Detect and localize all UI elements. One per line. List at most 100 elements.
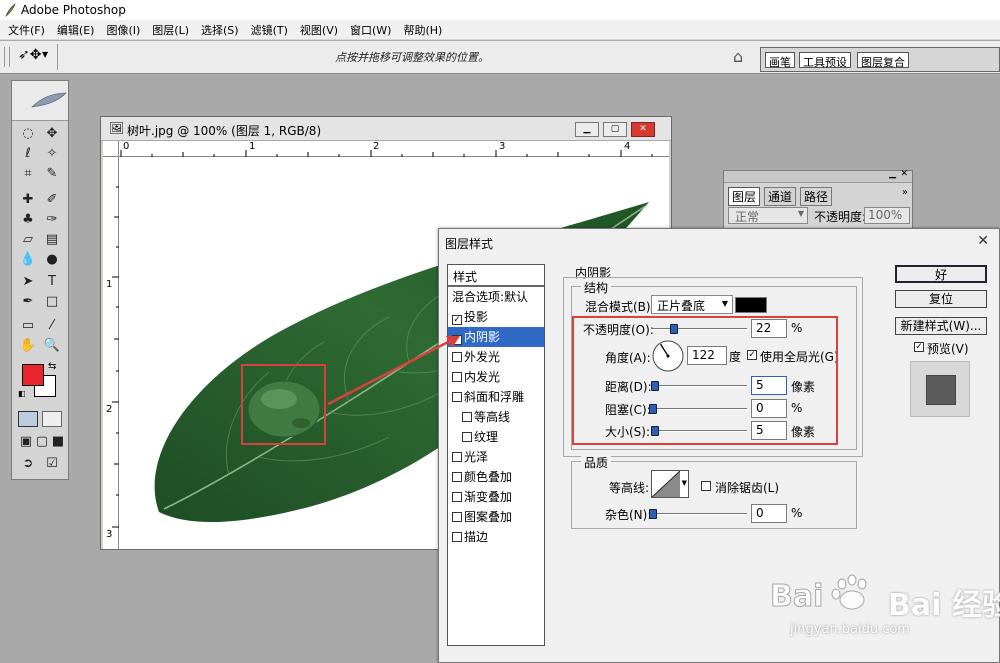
antialias-checkbox[interactable] [701, 481, 711, 491]
ok-button[interactable]: 好 [895, 265, 987, 283]
gradient-tool-icon[interactable]: ▤ [42, 231, 62, 249]
tab-paths[interactable]: 路径 [800, 187, 833, 206]
noise-slider-thumb[interactable] [649, 509, 657, 519]
close-icon[interactable]: ✕ [977, 233, 989, 249]
blur-tool-icon[interactable]: 💧 [18, 251, 38, 269]
screen-mode-full-icon[interactable]: ■ [48, 433, 68, 451]
default-colors-icon[interactable]: ◧ [18, 389, 26, 398]
tab-brushes[interactable]: 画笔 [765, 52, 795, 69]
menu-file[interactable]: 文件(F) [3, 22, 52, 38]
eraser-tool-icon[interactable]: ▱ [18, 231, 38, 249]
move-tool-icon[interactable]: ✥ [42, 125, 62, 143]
menubar: 文件(F) 编辑(E) 图像(I) 图层(L) 选择(S) 滤镜(T) 视图(V… [0, 20, 1000, 40]
lasso-tool-icon[interactable]: ℓ [18, 145, 38, 163]
style-item[interactable]: 渐变叠加 [448, 487, 544, 507]
eyedropper-tool-icon[interactable]: ⁄ [42, 317, 62, 335]
layer-opacity-field[interactable]: 100% [864, 207, 910, 224]
blend-options-item[interactable]: 混合选项:默认 [448, 287, 544, 307]
notes-tool-icon[interactable]: ▭ [18, 317, 38, 335]
preview-label: 预览(V) [927, 342, 969, 356]
jump-to-imageready-icon[interactable]: ➲ [18, 455, 38, 473]
maximize-button[interactable]: ▢ [603, 122, 627, 137]
ruler-vertical[interactable]: 1 2 3 [103, 157, 119, 549]
swap-colors-icon[interactable]: ⇆ [48, 361, 56, 372]
history-brush-tool-icon[interactable]: ✑ [42, 211, 62, 229]
minimize-button[interactable]: ▁ [575, 122, 599, 137]
zoom-tool-icon[interactable]: 🔍 [42, 337, 62, 355]
contour-picker[interactable]: ▼ [651, 470, 689, 498]
move-tool-preset-icon[interactable]: ➶✥ [18, 47, 41, 63]
stamp-tool-icon[interactable]: ♣ [18, 211, 38, 229]
menu-layer[interactable]: 图层(L) [147, 22, 196, 38]
close-button[interactable]: ✕ [631, 122, 655, 137]
tab-layer-comps[interactable]: 图层复合 [857, 52, 909, 69]
watermark-brand: Bai 经验 [888, 588, 1000, 623]
layers-panel-titlebar[interactable]: ▁ ✕ [724, 169, 912, 183]
reset-button[interactable]: 复位 [895, 290, 987, 308]
quick-mask-button[interactable] [42, 411, 62, 427]
crop-tool-icon[interactable]: ⌗ [18, 165, 38, 183]
style-item[interactable]: 描边 [448, 527, 544, 547]
blend-mode-select[interactable]: 正常 ▼ [728, 207, 808, 224]
type-tool-icon[interactable]: T [42, 273, 62, 291]
style-checkbox[interactable] [452, 512, 462, 522]
highlight-box-droplet [241, 364, 326, 445]
blend-mode-dropdown[interactable]: 正片叠底 ▼ [651, 295, 733, 314]
style-checkbox[interactable] [452, 492, 462, 502]
shadow-color-swatch[interactable] [735, 297, 767, 313]
preview-checkbox[interactable]: ✓ [914, 342, 924, 352]
noise-input[interactable]: 0 [751, 504, 787, 523]
dodge-tool-icon[interactable]: ● [42, 251, 62, 269]
marquee-tool-icon[interactable]: ◌ [18, 125, 38, 143]
close-icon[interactable]: ✕ [900, 169, 908, 179]
tab-tool-presets[interactable]: 工具预设 [799, 52, 851, 69]
menu-view[interactable]: 视图(V) [295, 22, 345, 38]
styles-header[interactable]: 样式 [448, 265, 544, 287]
healing-brush-tool-icon[interactable]: ✚ [18, 191, 38, 209]
menu-filter[interactable]: 滤镜(T) [246, 22, 295, 38]
chevron-down-icon: ▼ [797, 209, 804, 218]
menu-window[interactable]: 窗口(W) [345, 22, 398, 38]
panel-menu-icon[interactable]: » [902, 187, 908, 198]
path-selection-tool-icon[interactable]: ➤ [18, 273, 38, 291]
chevron-down-icon[interactable]: ▼ [42, 50, 48, 59]
standard-mode-button[interactable] [18, 411, 38, 427]
style-checkbox[interactable] [462, 432, 472, 442]
menu-select[interactable]: 选择(S) [196, 22, 246, 38]
magic-wand-tool-icon[interactable]: ✧ [42, 145, 62, 163]
tab-layers[interactable]: 图层 [728, 187, 761, 206]
options-hint: 点按并拖移可调整效果的位置。 [335, 51, 489, 64]
hand-tool-icon[interactable]: ✋ [18, 337, 38, 355]
ruler-origin[interactable] [103, 141, 119, 157]
minimize-icon[interactable]: ▁ [889, 169, 896, 179]
chevron-down-icon: ▼ [681, 479, 687, 487]
style-item[interactable]: 纹理 [448, 427, 544, 447]
style-item[interactable]: 光泽 [448, 447, 544, 467]
pen-tool-icon[interactable]: ✒ [18, 293, 38, 311]
menu-edit[interactable]: 编辑(E) [52, 22, 102, 38]
document-titlebar[interactable]: 🖼 树叶.jpg @ 100% (图层 1, RGB/8) ▁ ▢ ✕ [101, 117, 671, 141]
options-grip [4, 47, 10, 67]
foreground-color-swatch[interactable] [22, 364, 44, 386]
slice-tool-icon[interactable]: ✎ [42, 165, 62, 183]
blend-mode-dropdown-value: 正片叠底 [657, 299, 706, 313]
menu-help[interactable]: 帮助(H) [398, 22, 449, 38]
style-checkbox[interactable] [452, 532, 462, 542]
new-style-button[interactable]: 新建样式(W)... [895, 317, 987, 335]
tab-channels[interactable]: 通道 [764, 187, 797, 206]
style-item[interactable]: 图案叠加 [448, 507, 544, 527]
imageready-icon[interactable]: ☑ [42, 455, 62, 473]
ruler-horizontal[interactable]: 0 1 2 3 4 [119, 141, 669, 157]
noise-slider[interactable] [651, 513, 747, 515]
style-item[interactable]: 颜色叠加 [448, 467, 544, 487]
document-icon: 🖼 [109, 121, 125, 135]
feather-logo-icon[interactable] [30, 91, 68, 109]
shape-tool-icon[interactable]: □ [42, 293, 62, 311]
style-label: 渐变叠加 [464, 490, 513, 504]
file-browser-icon[interactable]: ⌂ [733, 47, 743, 66]
style-checkbox[interactable] [452, 472, 462, 482]
menu-image[interactable]: 图像(I) [101, 22, 147, 38]
style-checkbox[interactable] [452, 452, 462, 462]
blend-mode-value: 正常 [735, 210, 760, 224]
brush-tool-icon[interactable]: ✐ [42, 191, 62, 209]
